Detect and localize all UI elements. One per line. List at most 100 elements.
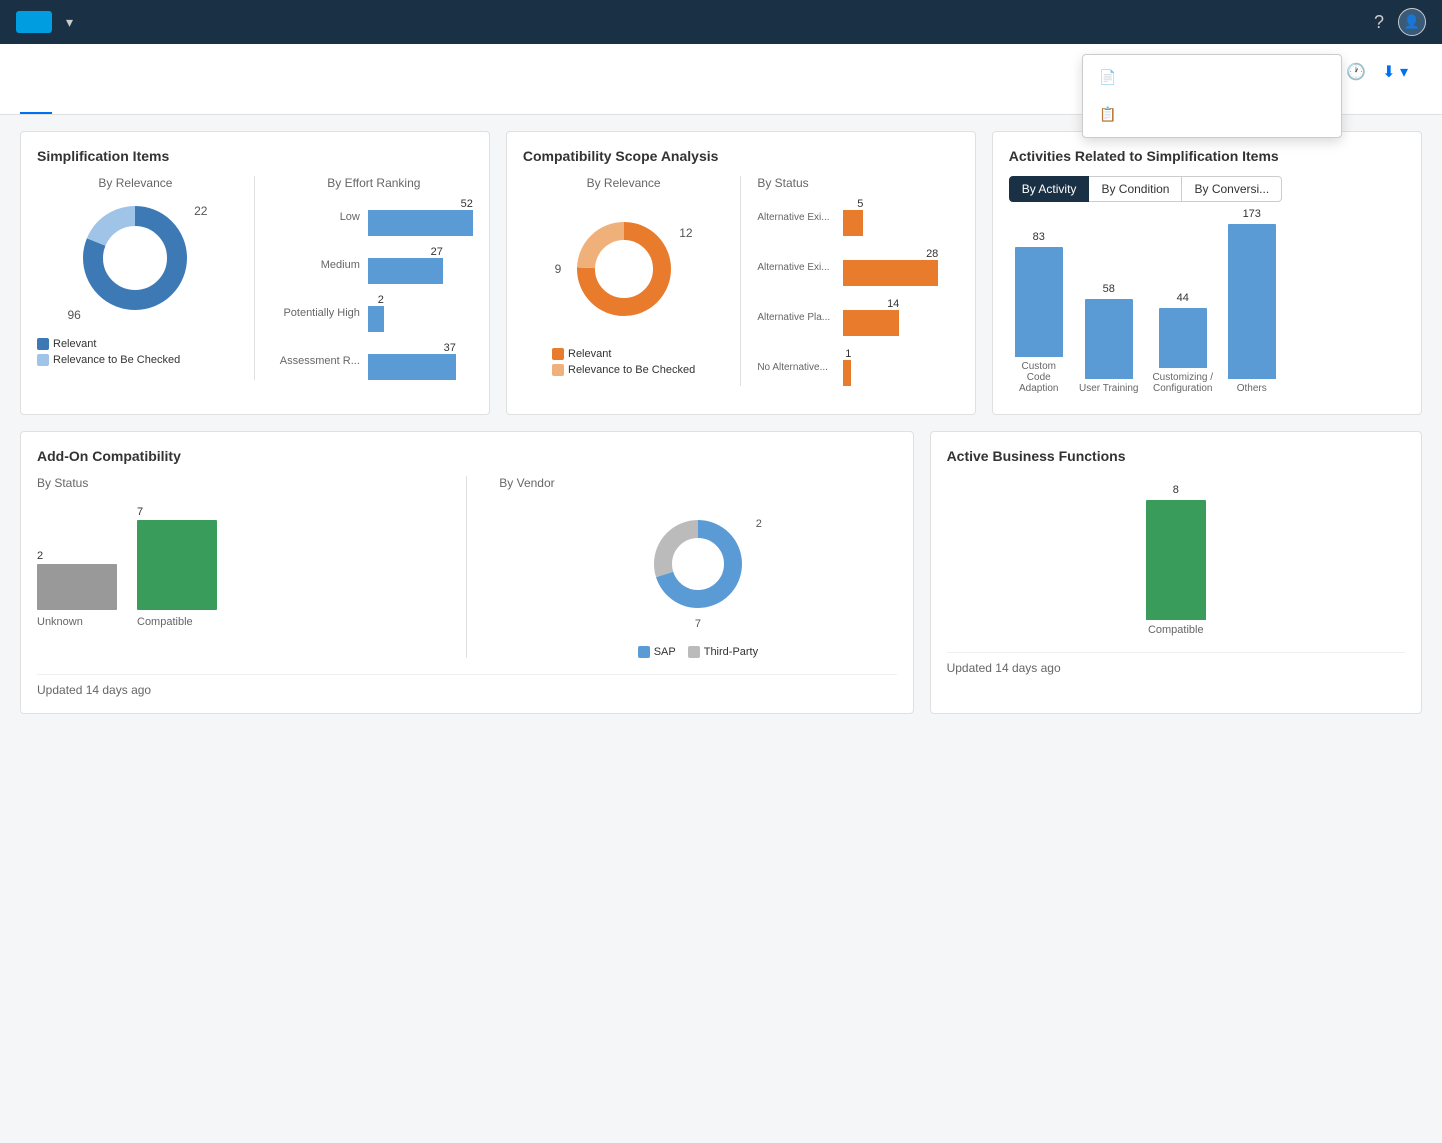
stat-wrap-3: 1 <box>843 348 851 386</box>
simp-check-dot <box>37 354 49 366</box>
simp-96: 96 <box>67 308 80 322</box>
addon-unknown-lbl: Unknown <box>37 616 83 628</box>
simplification-title2: Simplification Items <box>37 148 473 164</box>
effort-row-ph: Potentially High 2 <box>275 294 473 332</box>
simp-effort: By Effort Ranking Low 52 Medium 27 <box>275 176 473 380</box>
effort-bar-assess <box>368 354 456 380</box>
act-bar-others: 173 Others <box>1227 208 1277 394</box>
generate-extract-item[interactable]: 📋 <box>1083 96 1341 133</box>
dropdown-menu: 📄 📋 <box>1082 54 1342 138</box>
compat-leg-check: Relevance to Be Checked <box>552 364 695 376</box>
effort-bar-ph <box>368 306 384 332</box>
user-avatar[interactable]: 👤 <box>1398 8 1426 36</box>
effort-lbl-low: Low <box>275 211 360 223</box>
effort-lbl-med: Medium <box>275 259 360 271</box>
simp-effort-lbl: By Effort Ranking <box>275 176 473 190</box>
extract-icon: 📋 <box>1099 106 1116 123</box>
activities-card2: Activities Related to Simplification Ite… <box>992 131 1422 415</box>
effort-row-low: Low 52 <box>275 198 473 236</box>
stat-row-0: Alternative Exi... 5 <box>757 198 958 236</box>
act-tab-condition[interactable]: By Condition <box>1089 176 1182 202</box>
compat-status-lbl2: By Status <box>757 176 958 190</box>
stat-bar-2 <box>843 310 899 336</box>
history-button[interactable]: 🕐 <box>1344 60 1368 84</box>
simp-relevance: By Relevance 96 22 Relevant <box>37 176 234 380</box>
abf-col: 8 Compatible <box>1146 484 1206 636</box>
stat-bar-1 <box>843 260 938 286</box>
vendor-2: 2 <box>756 518 762 530</box>
vendor-7: 7 <box>695 618 701 630</box>
compat-legend2: Relevant Relevance to Be Checked <box>552 348 695 376</box>
abf-card2: Active Business Functions 8 Compatible U… <box>930 431 1422 714</box>
simp-22: 22 <box>194 204 207 218</box>
download-button[interactable]: ⬇ ▾ <box>1380 60 1410 84</box>
effort-lbl-ph: Potentially High <box>275 307 360 319</box>
addon-div2 <box>466 476 467 658</box>
stat-row-1: Alternative Exi... 28 <box>757 248 958 286</box>
addon-title2: Add-On Compatibility <box>37 448 897 464</box>
tab-sap-s4hana[interactable] <box>20 96 52 114</box>
effort-val-low: 52 <box>461 198 473 210</box>
addon-status2: By Status 2 Unknown 7 Compatible <box>37 476 434 658</box>
simp-legend: Relevant Relevance to Be Checked <box>37 338 234 366</box>
compat-div2 <box>740 176 741 386</box>
compat-9: 9 <box>555 262 562 276</box>
stat-lbl-3: No Alternative... <box>757 362 837 373</box>
act-val-custom: 83 <box>1033 231 1045 243</box>
addon-body2: By Status 2 Unknown 7 Compatible <box>37 476 897 658</box>
compat-rel-lbl2: By Relevance <box>587 176 661 190</box>
row-2: Add-On Compatibility By Status 2 Unknown… <box>20 431 1422 714</box>
status-bars2: Alternative Exi... 5 Alternative Exi... … <box>757 198 958 386</box>
act-lbl-custom: Custom Code Adaption <box>1009 361 1069 394</box>
vendor-donut2: 7 2 <box>648 514 748 614</box>
effort-wrap-low: 52 <box>368 198 473 236</box>
simp-donut-svg <box>75 198 195 318</box>
sap-dot2 <box>638 646 650 658</box>
simp-donut: 96 22 <box>75 198 195 318</box>
abf-footer: Updated 14 days ago <box>947 652 1405 675</box>
addon-footer2: Updated 14 days ago <box>37 674 897 697</box>
compat-card2: Compatibility Scope Analysis By Relevanc… <box>506 131 976 415</box>
effort-bar-low <box>368 210 473 236</box>
vendor-donut-svg2 <box>648 514 748 614</box>
sap-logo <box>16 11 52 33</box>
act-lbl-config: Customizing / Configuration <box>1149 372 1217 394</box>
tp-dot2 <box>688 646 700 658</box>
act-bar-training: 58 User Training <box>1079 283 1139 394</box>
stat-bar-0 <box>843 210 863 236</box>
addon-compatible2: 7 Compatible <box>137 506 217 628</box>
act-val-training: 58 <box>1103 283 1115 295</box>
nav-dropdown-icon[interactable]: ▾ <box>66 14 73 31</box>
act-tab-conversion[interactable]: By Conversi... <box>1182 176 1282 202</box>
addon-status-bars2: 2 Unknown 7 Compatible <box>37 506 434 628</box>
main-content: Simplification Items By Relevance 96 22 … <box>0 115 1442 746</box>
abf-lbl: Compatible <box>1148 624 1204 636</box>
simplification-card: Simplification Items By Relevance 96 22 … <box>20 131 490 415</box>
generate-document-item[interactable]: 📄 <box>1083 59 1341 96</box>
compat-title2: Compatibility Scope Analysis <box>523 148 959 164</box>
tab-innovation[interactable] <box>52 96 84 114</box>
addon-unknown-val: 2 <box>37 550 43 562</box>
stat-row-2: Alternative Pla... 14 <box>757 298 958 336</box>
activity-tabs2: By Activity By Condition By Conversi... <box>1009 176 1405 202</box>
help-icon[interactable]: ? <box>1370 8 1388 37</box>
act-bar-custom-rect <box>1015 247 1063 357</box>
vendor-legend2: SAP Third-Party <box>638 646 758 658</box>
act-val-others: 173 <box>1243 208 1261 220</box>
simp-div <box>254 176 255 380</box>
stat-val-1: 28 <box>926 248 938 260</box>
header-actions: ↻ ℹ 🕐 ⬇ ▾ 📄 📋 <box>1293 56 1422 84</box>
effort-val-assess: 37 <box>444 342 456 354</box>
act-val-config: 44 <box>1177 292 1189 304</box>
addon-unknown-bar2 <box>37 564 117 610</box>
compat-status2: By Status Alternative Exi... 5 Alternati… <box>757 176 958 386</box>
document-icon: 📄 <box>1099 69 1116 86</box>
addon-vendor-lbl2: By Vendor <box>499 476 554 490</box>
effort-row-assess: Assessment R... 37 <box>275 342 473 380</box>
activity-bars: 83 Custom Code Adaption 58 User Training… <box>1009 218 1405 398</box>
simp-legend-relevant: Relevant <box>37 338 234 350</box>
effort-val-ph: 2 <box>378 294 384 306</box>
stat-val-2: 14 <box>887 298 899 310</box>
compat-12: 12 <box>679 226 692 240</box>
act-tab-activity[interactable]: By Activity <box>1009 176 1090 202</box>
